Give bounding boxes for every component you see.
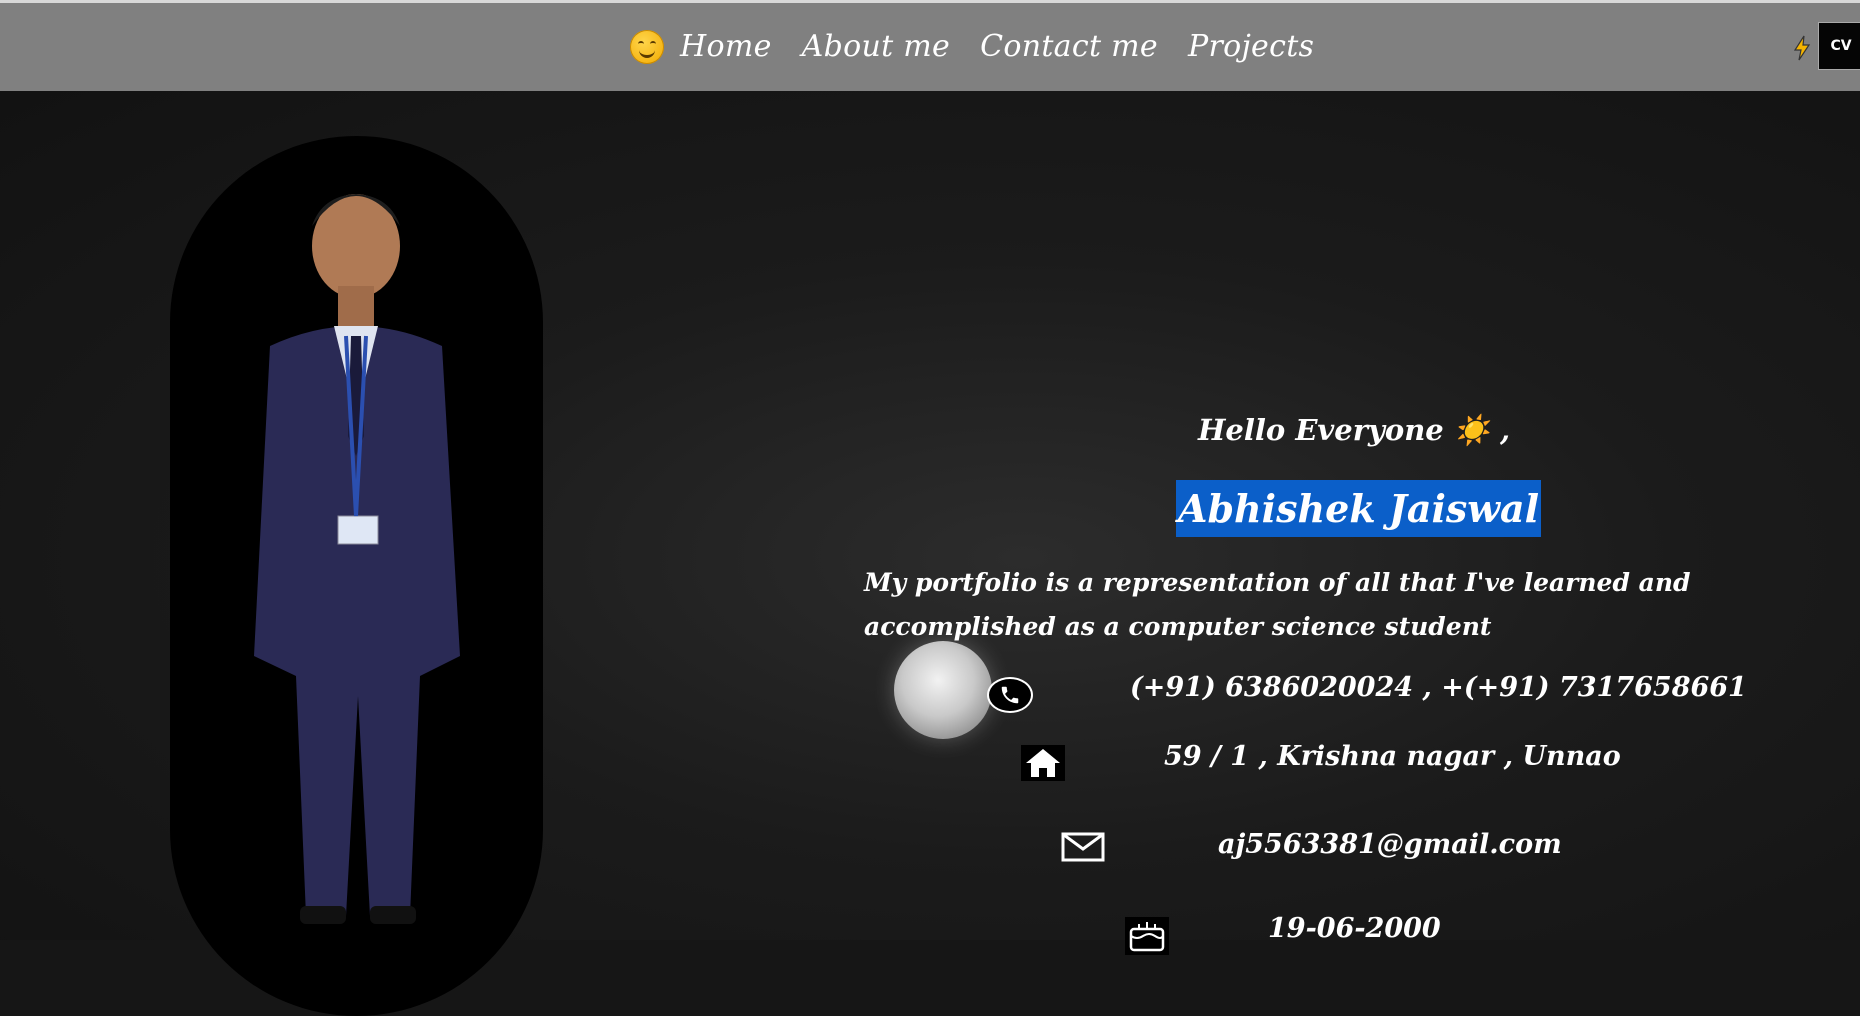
greeting-text: Hello Everyone ☀️ , bbox=[1198, 413, 1511, 447]
nav-projects-link[interactable]: Projects bbox=[1188, 25, 1314, 69]
birth-date-text: 19-06-2000 bbox=[1268, 913, 1441, 944]
tagline-text: My portfolio is a representation of all … bbox=[864, 568, 1691, 641]
name-heading: Abhishek Jaiswal bbox=[1176, 480, 1542, 537]
main-nav: Home About me Contact me Projects bbox=[630, 25, 1344, 69]
bolt-icon[interactable] bbox=[1792, 35, 1812, 61]
phone-numbers: (+91) 6386020024 , +(+91) 7317658661 bbox=[1130, 672, 1747, 703]
moon-icon bbox=[894, 641, 992, 739]
phone-icon bbox=[987, 677, 1033, 713]
profile-photo bbox=[170, 136, 543, 1016]
hero-section: Hello Everyone ☀️ , Abhishek Jaiswal My … bbox=[0, 91, 1860, 1016]
nav-contact-link[interactable]: Contact me bbox=[980, 25, 1158, 69]
email-text[interactable]: aj5563381@gmail.com bbox=[1218, 829, 1562, 860]
home-icon bbox=[1021, 745, 1065, 781]
cake-icon bbox=[1125, 917, 1169, 955]
address-text: 59 / 1 , Krishna nagar , Unnao bbox=[1164, 741, 1621, 772]
mail-icon[interactable] bbox=[1060, 829, 1106, 865]
smiley-icon[interactable] bbox=[630, 30, 664, 64]
top-navbar: Home About me Contact me Projects CV bbox=[0, 0, 1860, 91]
nav-about-link[interactable]: About me bbox=[802, 25, 950, 69]
cv-download-button[interactable]: CV bbox=[1818, 22, 1860, 70]
nav-home-link[interactable]: Home bbox=[680, 25, 772, 69]
